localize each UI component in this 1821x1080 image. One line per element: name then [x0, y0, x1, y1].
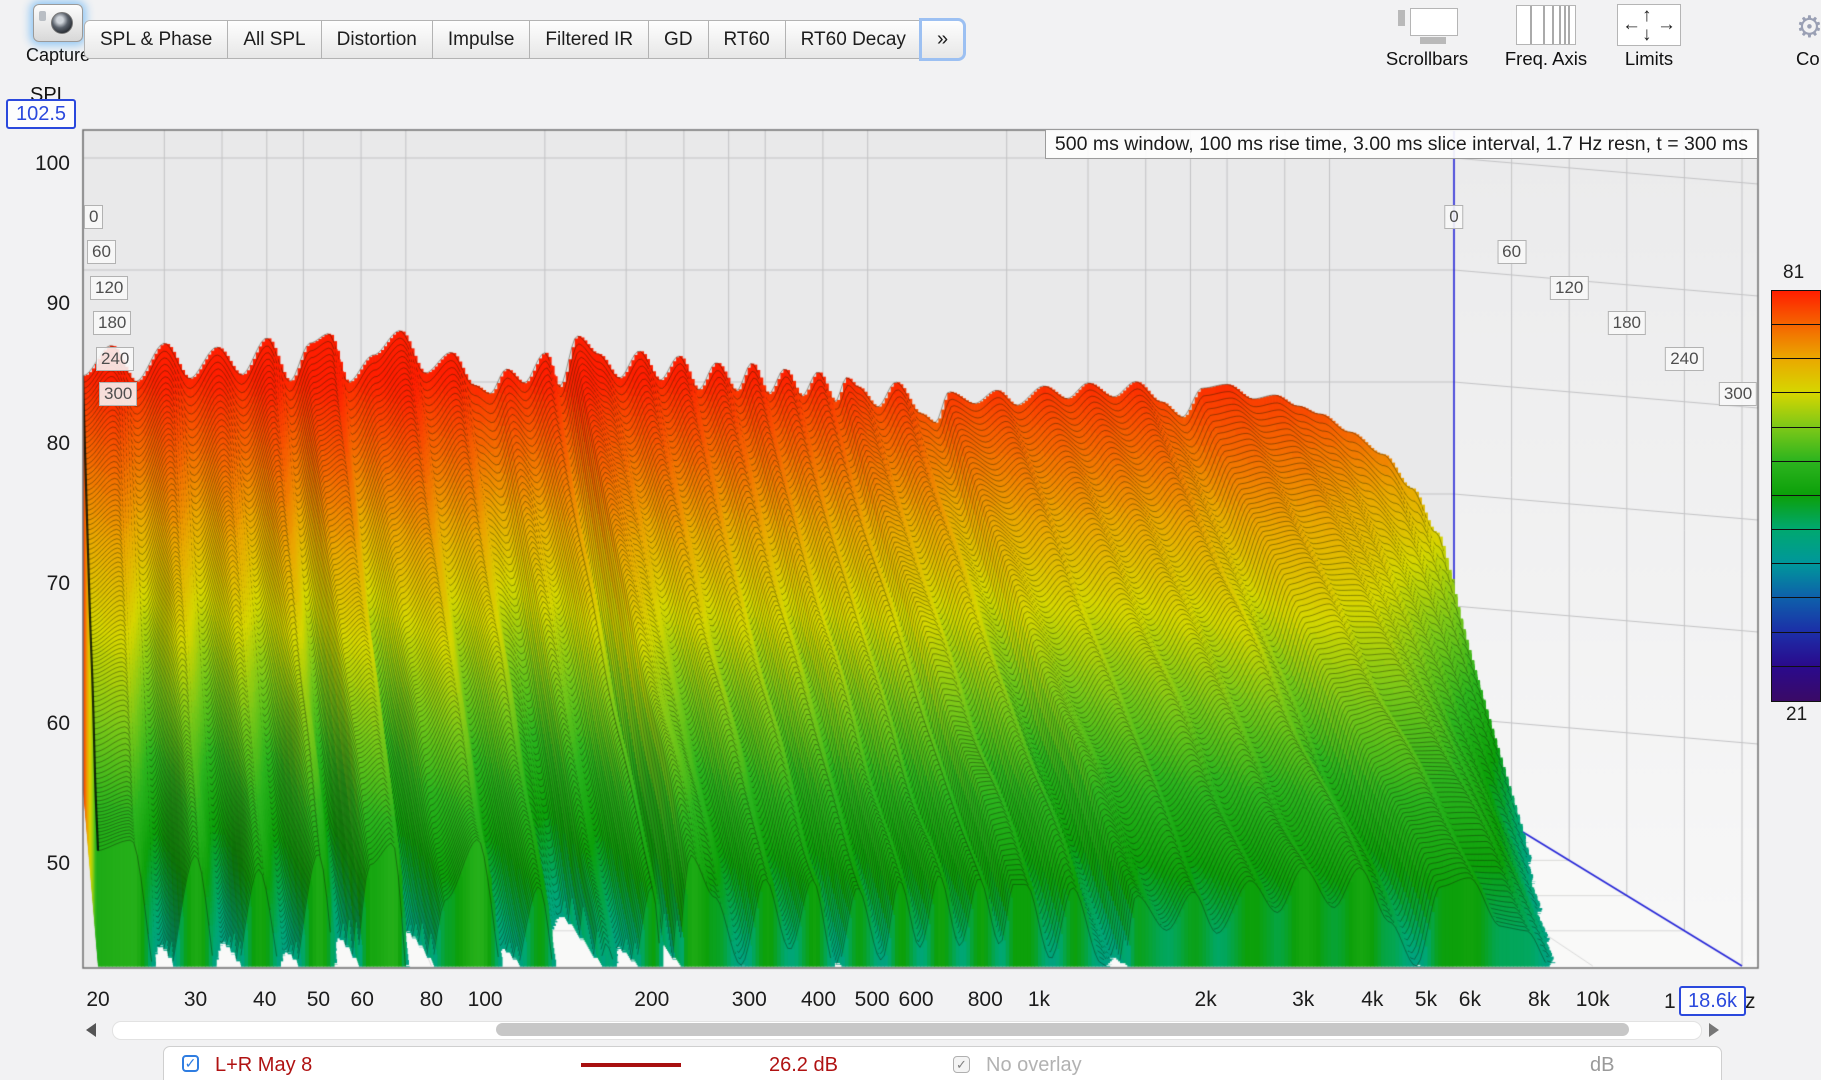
x-tick-8k: 8k	[1528, 988, 1550, 1012]
colorbar-band-56-51	[1772, 462, 1820, 496]
x-axis-max-limit-input[interactable]: 18.6k	[1679, 986, 1746, 1016]
colorbar	[1771, 290, 1821, 702]
x-tick-4k: 4k	[1361, 988, 1383, 1012]
trace-color-swatch	[581, 1063, 681, 1067]
colorbar-band-46-41	[1772, 530, 1820, 564]
colorbar-max-label: 81	[1783, 262, 1804, 284]
legend-unit-label: dB	[1590, 1054, 1614, 1077]
time-label-right-60: 60	[1497, 240, 1526, 264]
time-label-right-0: 0	[1444, 205, 1463, 229]
waterfall-plot-canvas[interactable]	[0, 0, 1821, 1080]
x-tick-5k: 5k	[1415, 988, 1437, 1012]
y-tick-60: 60	[6, 712, 70, 736]
x-axis-end-label-prefix: 1	[1664, 990, 1676, 1014]
colorbar-band-41-36	[1772, 564, 1820, 598]
y-tick-100: 100	[6, 152, 70, 176]
x-tick-30: 30	[184, 988, 207, 1012]
y-tick-90: 90	[6, 292, 70, 316]
trace-value: 26.2 dB	[769, 1054, 838, 1077]
time-label-left-240: 240	[96, 347, 134, 371]
x-tick-50: 50	[307, 988, 330, 1012]
colorbar-band-81-76	[1772, 291, 1820, 325]
x-tick-10k: 10k	[1576, 988, 1610, 1012]
x-tick-800: 800	[968, 988, 1003, 1012]
legend-panel: ✓ L+R May 8 26.2 dB ✓ No overlay dB	[163, 1046, 1722, 1080]
scroll-right-arrow[interactable]	[1709, 1023, 1719, 1037]
more-tabs-button[interactable]: »	[922, 21, 963, 58]
x-tick-1k: 1k	[1028, 988, 1050, 1012]
time-label-right-180: 180	[1608, 311, 1646, 335]
time-label-left-180: 180	[93, 311, 131, 335]
no-overlay-checkbox[interactable]: ✓	[953, 1056, 970, 1073]
x-tick-500: 500	[855, 988, 890, 1012]
colorbar-band-76-71	[1772, 325, 1820, 359]
trace-label[interactable]: L+R May 8	[215, 1054, 312, 1077]
y-axis-top-limit-input[interactable]: 102.5	[6, 99, 76, 129]
trace-visibility-checkbox[interactable]: ✓	[182, 1055, 199, 1072]
colorbar-band-51-46	[1772, 496, 1820, 530]
scrollbar-thumb[interactable]	[496, 1023, 1629, 1036]
x-tick-80: 80	[420, 988, 443, 1012]
time-label-right-240: 240	[1665, 347, 1703, 371]
x-tick-100: 100	[468, 988, 503, 1012]
horizontal-scrollbar[interactable]	[112, 1021, 1702, 1040]
colorbar-band-61-56	[1772, 428, 1820, 462]
time-label-right-120: 120	[1550, 276, 1588, 300]
rew-window: Capture SPL & PhaseAll SPLDistortionImpu…	[0, 0, 1821, 1080]
colorbar-band-66-61	[1772, 393, 1820, 427]
colorbar-band-26-21	[1772, 667, 1820, 701]
colorbar-band-36-31	[1772, 598, 1820, 632]
colorbar-band-71-66	[1772, 359, 1820, 393]
y-tick-70: 70	[6, 572, 70, 596]
y-tick-80: 80	[6, 432, 70, 456]
x-tick-300: 300	[732, 988, 767, 1012]
x-tick-400: 400	[801, 988, 836, 1012]
time-label-left-120: 120	[90, 276, 128, 300]
x-tick-40: 40	[253, 988, 276, 1012]
time-label-left-0: 0	[84, 205, 103, 229]
time-label-left-300: 300	[99, 382, 137, 406]
measurement-annotation: 500 ms window, 100 ms rise time, 3.00 ms…	[1045, 129, 1758, 159]
time-label-right-300: 300	[1719, 382, 1757, 406]
x-tick-60: 60	[351, 988, 374, 1012]
colorbar-min-label: 21	[1786, 704, 1807, 726]
x-tick-2k: 2k	[1195, 988, 1217, 1012]
x-tick-3k: 3k	[1292, 988, 1314, 1012]
scroll-left-arrow[interactable]	[86, 1023, 96, 1037]
time-label-left-60: 60	[87, 240, 116, 264]
x-tick-6k: 6k	[1459, 988, 1481, 1012]
y-tick-50: 50	[6, 852, 70, 876]
colorbar-band-31-26	[1772, 633, 1820, 667]
x-tick-600: 600	[899, 988, 934, 1012]
x-tick-200: 200	[634, 988, 669, 1012]
no-overlay-label: No overlay	[986, 1054, 1082, 1077]
x-axis-end-label-suffix: z	[1745, 990, 1756, 1014]
x-tick-20: 20	[86, 988, 109, 1012]
